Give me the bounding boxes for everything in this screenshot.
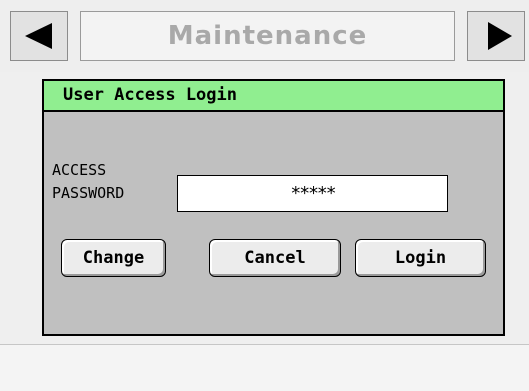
change-button[interactable]: Change [61,239,166,277]
password-label-line1: ACCESS [52,161,107,179]
left-triangle-icon [25,23,52,49]
next-screen-button[interactable] [467,11,525,61]
dialog-title: User Access Login [63,85,237,105]
screen-title-box: Maintenance [80,11,455,61]
cancel-button[interactable]: Cancel [209,239,341,277]
dialog-title-bar: User Access Login [44,81,503,112]
user-access-login-dialog: User Access Login ACCESS PASSWORD ***** … [42,79,505,336]
previous-screen-button[interactable] [10,11,68,61]
right-triangle-icon [488,22,512,50]
password-masked-value: ***** [290,183,336,204]
access-password-field[interactable]: ***** [177,175,448,212]
top-navigation-bar: Maintenance [0,0,529,72]
bottom-status-area [0,344,529,391]
password-label-line2: PASSWORD [52,184,125,202]
hmi-screen: Maintenance User Access Login ACCESS PAS… [0,0,529,391]
screen-title: Maintenance [167,21,368,51]
login-button[interactable]: Login [355,239,486,277]
